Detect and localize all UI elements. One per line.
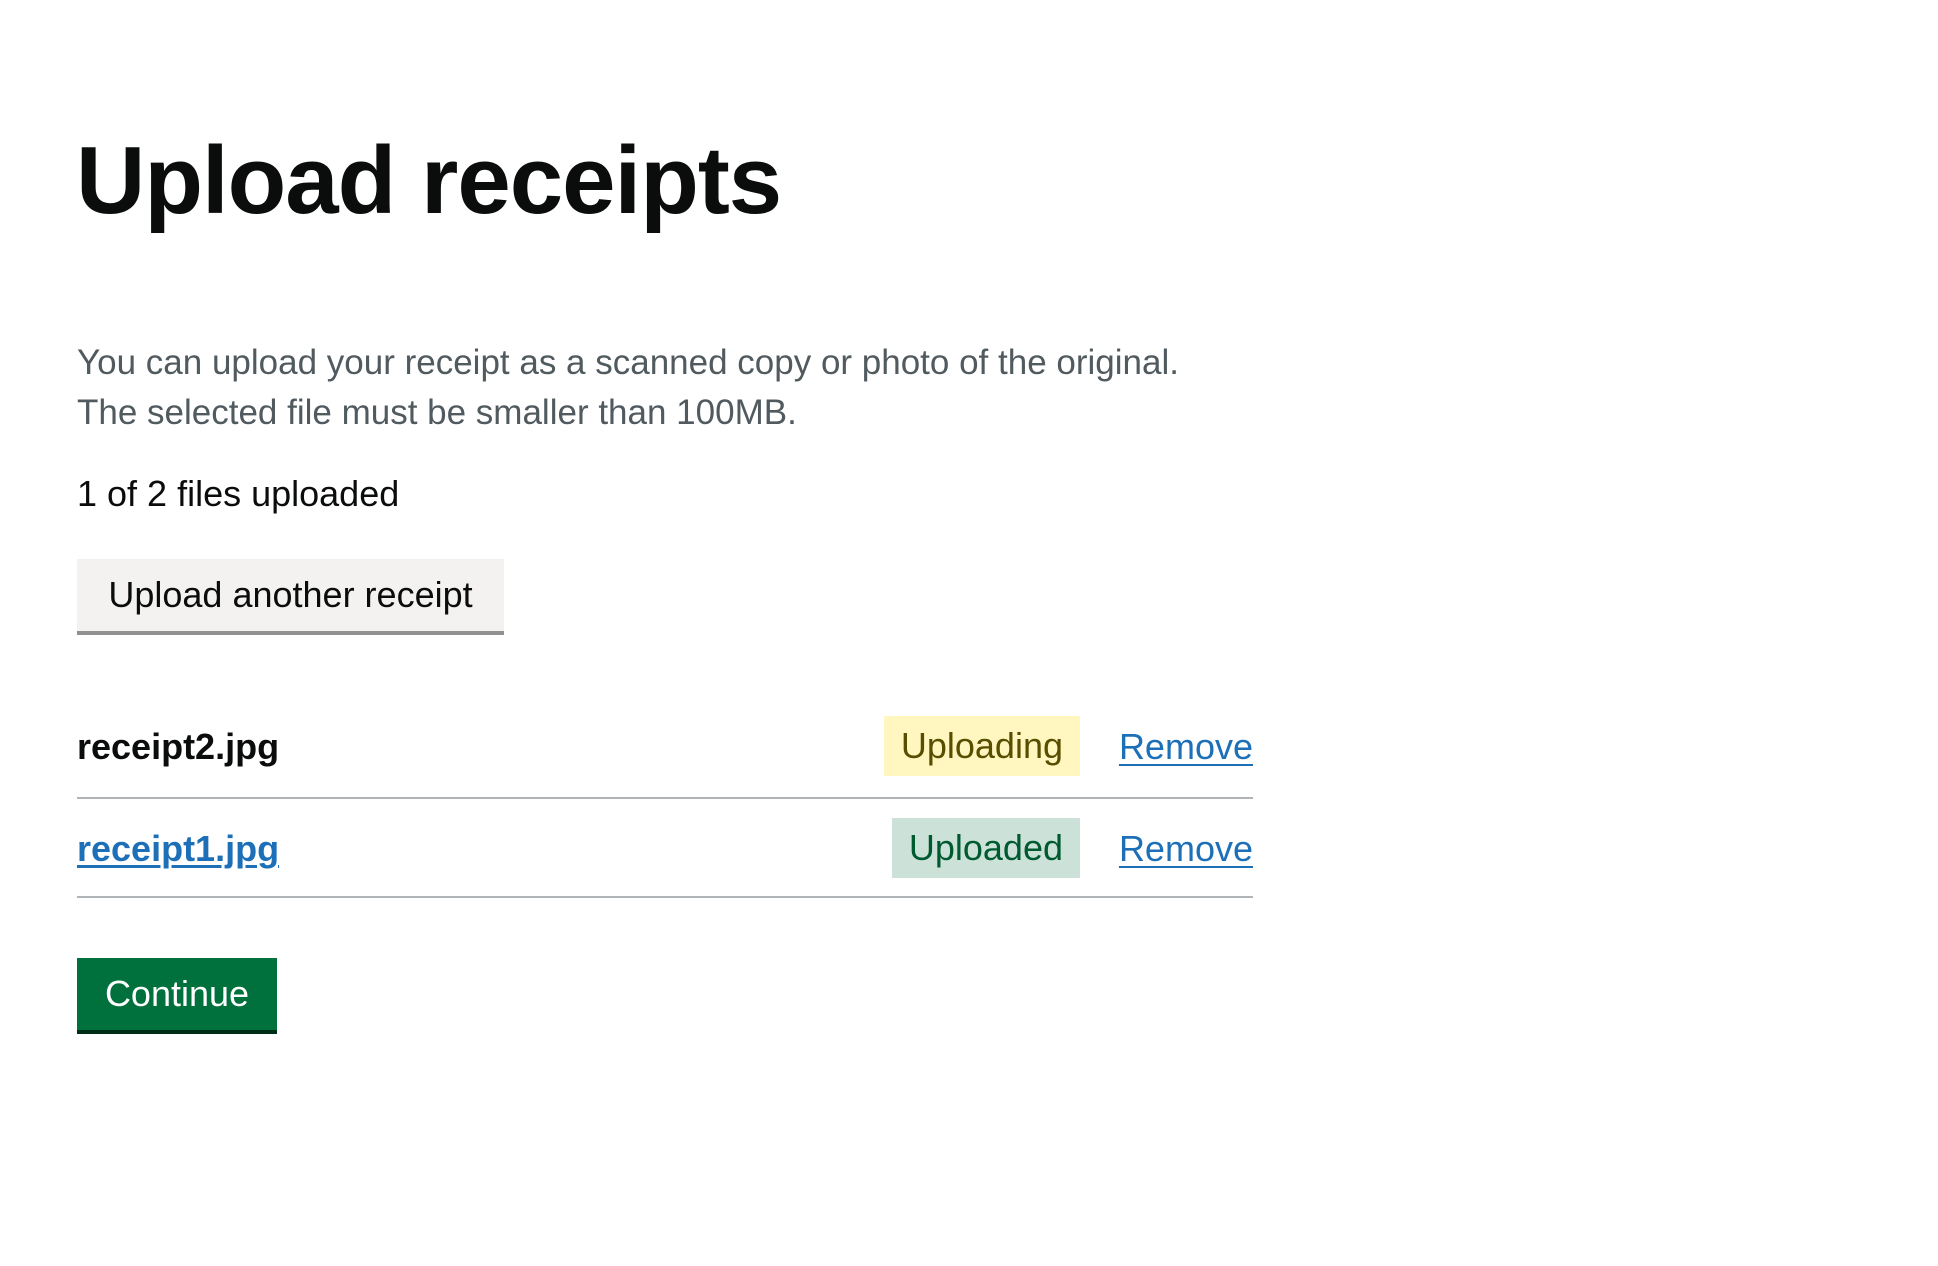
uploaded-file-list: receipt2.jpg Uploading Remove receipt1.j…: [77, 700, 1253, 898]
remove-file-link[interactable]: Remove: [1119, 722, 1253, 772]
page-title: Upload receipts: [76, 127, 782, 234]
remove-file-link[interactable]: Remove: [1119, 824, 1253, 874]
file-name-link[interactable]: receipt1.jpg: [77, 824, 279, 874]
upload-receipts-page: Upload receipts You can upload your rece…: [0, 0, 1938, 1266]
continue-button[interactable]: Continue: [77, 958, 277, 1034]
file-name: receipt2.jpg: [77, 726, 280, 767]
upload-another-receipt-button[interactable]: Upload another receipt: [77, 559, 504, 635]
file-row: receipt1.jpg Uploaded Remove: [77, 799, 1253, 898]
file-row: receipt2.jpg Uploading Remove: [77, 700, 1253, 799]
hint-line: The selected file must be smaller than 1…: [77, 393, 797, 432]
status-badge-uploading: Uploading: [883, 716, 1080, 776]
hint-text: You can upload your receipt as a scanned…: [77, 338, 1179, 438]
hint-line: You can upload your receipt as a scanned…: [77, 343, 1179, 382]
status-badge-uploaded: Uploaded: [891, 818, 1080, 878]
upload-status-count: 1 of 2 files uploaded: [77, 473, 400, 514]
